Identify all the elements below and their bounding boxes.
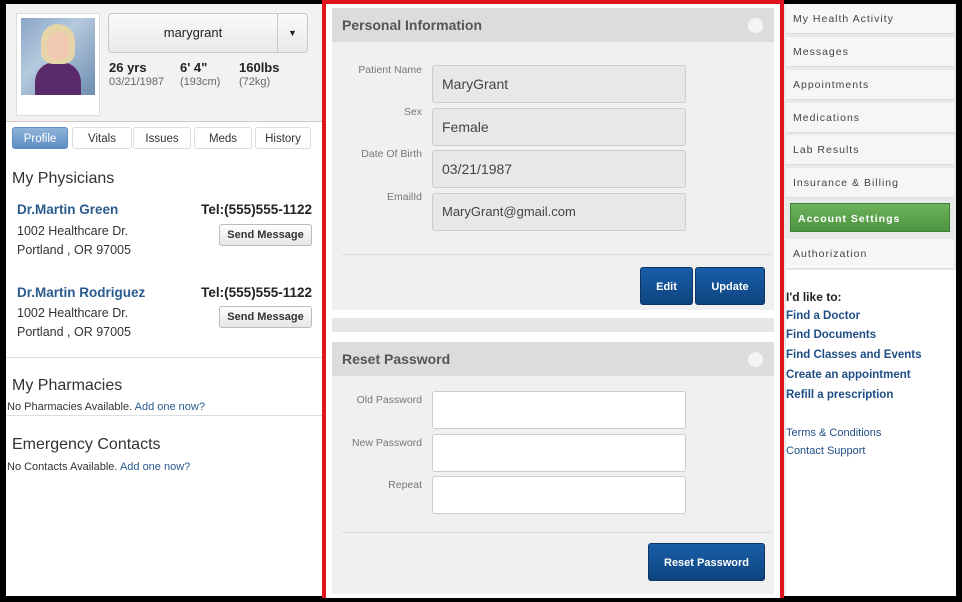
add-contact-link[interactable]: Add one now? — [120, 461, 190, 473]
contact-support-link[interactable]: Contact Support — [786, 445, 866, 457]
username-label: marygrant — [163, 25, 223, 40]
field-label: Repeat — [388, 479, 422, 491]
sidebar-item-appointments[interactable]: Appointments — [786, 70, 954, 100]
create-appointment-link[interactable]: Create an appointment — [786, 369, 911, 381]
email-field[interactable]: MaryGrant@gmail.com — [432, 193, 686, 231]
age-stat: 26 yrs 03/21/1987 — [109, 60, 165, 88]
find-classes-link[interactable]: Find Classes and Events — [786, 349, 922, 361]
field-label: New Password — [351, 437, 422, 449]
reset-password-button[interactable]: Reset Password — [648, 543, 765, 581]
profile-panel: marygrant ▼ 26 yrs 03/21/1987 6' 4" (193… — [6, 4, 322, 596]
divider — [6, 357, 322, 358]
tab-profile[interactable]: Profile — [12, 127, 68, 149]
sex-field[interactable]: Female — [432, 108, 686, 146]
emergency-title: Emergency Contacts — [12, 436, 161, 453]
like-title: I'd like to: — [786, 290, 842, 304]
height-stat: 6' 4" (193cm) — [180, 60, 221, 88]
card-title: Personal Information — [342, 17, 483, 33]
emergency-empty: No Contacts Available. Add one now? — [7, 461, 191, 473]
account-settings-panel: Personal Information Patient Name MaryGr… — [326, 4, 780, 598]
divider — [6, 415, 322, 416]
send-message-button[interactable]: Send Message — [219, 306, 312, 328]
field-label: Old Password — [356, 394, 422, 406]
old-password-input[interactable] — [432, 391, 686, 429]
sidebar-item-insurance-billing[interactable]: Insurance & Billing — [786, 168, 954, 198]
field-label: Date Of Birth — [361, 148, 422, 160]
physician-name[interactable]: Dr.Martin Rodriguez — [17, 285, 145, 300]
tab-meds[interactable]: Meds — [194, 127, 252, 149]
field-label: Patient Name — [358, 64, 422, 76]
pharmacies-empty: No Pharmacies Available. Add one now? — [7, 401, 205, 413]
sidebar: My Health Activity Messages Appointments… — [784, 4, 956, 596]
avatar-photo — [21, 18, 95, 95]
edit-button[interactable]: Edit — [640, 267, 693, 305]
patient-name-field[interactable]: MaryGrant — [432, 65, 686, 103]
chevron-down-icon[interactable]: ▼ — [277, 14, 307, 52]
physician-tel: Tel:(555)555-1122 — [201, 285, 312, 300]
reset-password-card: Reset Password Old Password New Password… — [332, 342, 774, 594]
card-gap — [332, 318, 774, 332]
pharmacies-title: My Pharmacies — [12, 377, 123, 394]
physician-address: 1002 Healthcare Dr. Portland , OR 97005 — [17, 306, 131, 339]
weight-stat: 160lbs (72kg) — [239, 60, 280, 88]
refill-prescription-link[interactable]: Refill a prescription — [786, 389, 893, 401]
card-title: Reset Password — [342, 351, 451, 367]
physician-address: 1002 Healthcare Dr. Portland , OR 97005 — [17, 224, 131, 257]
card-header: Personal Information — [332, 8, 774, 42]
divider — [342, 532, 772, 533]
card-header: Reset Password — [332, 342, 774, 376]
sidebar-item-authorization[interactable]: Authorization — [786, 239, 954, 269]
physicians-title: My Physicians — [12, 170, 115, 187]
tab-issues[interactable]: Issues — [133, 127, 191, 149]
sidebar-item-health-activity[interactable]: My Health Activity — [786, 4, 954, 34]
tab-history[interactable]: History — [255, 127, 311, 149]
new-password-input[interactable] — [432, 434, 686, 472]
dob-field[interactable]: 03/21/1987 — [432, 150, 686, 188]
divider — [342, 254, 772, 255]
physician-name[interactable]: Dr.Martin Green — [17, 202, 118, 217]
find-documents-link[interactable]: Find Documents — [786, 329, 876, 341]
user-dropdown[interactable]: marygrant ▼ — [108, 13, 308, 53]
quick-links: I'd like to: Find a Doctor Find Document… — [786, 270, 956, 596]
field-label: Sex — [403, 106, 422, 118]
tab-vitals[interactable]: Vitals — [72, 127, 132, 149]
profile-header: marygrant ▼ 26 yrs 03/21/1987 6' 4" (193… — [6, 4, 322, 122]
physician-tel: Tel:(555)555-1122 — [201, 202, 312, 217]
field-label: EmailId — [386, 191, 422, 203]
sidebar-item-messages[interactable]: Messages — [786, 37, 954, 67]
find-doctor-link[interactable]: Find a Doctor — [786, 310, 860, 322]
terms-link[interactable]: Terms & Conditions — [786, 427, 881, 439]
repeat-password-input[interactable] — [432, 476, 686, 514]
update-button[interactable]: Update — [695, 267, 765, 305]
send-message-button[interactable]: Send Message — [219, 224, 312, 246]
profile-tabs: Profile Vitals Issues Meds History — [6, 127, 322, 151]
add-pharmacy-link[interactable]: Add one now? — [135, 401, 205, 413]
personal-info-card: Personal Information Patient Name MaryGr… — [332, 8, 774, 310]
sidebar-item-medications[interactable]: Medications — [786, 103, 954, 133]
collapse-icon[interactable] — [747, 17, 764, 34]
collapse-icon[interactable] — [747, 351, 764, 368]
sidebar-item-account-settings[interactable]: Account Settings — [790, 203, 950, 232]
sidebar-item-lab-results[interactable]: Lab Results — [786, 135, 954, 165]
avatar[interactable] — [16, 13, 100, 116]
